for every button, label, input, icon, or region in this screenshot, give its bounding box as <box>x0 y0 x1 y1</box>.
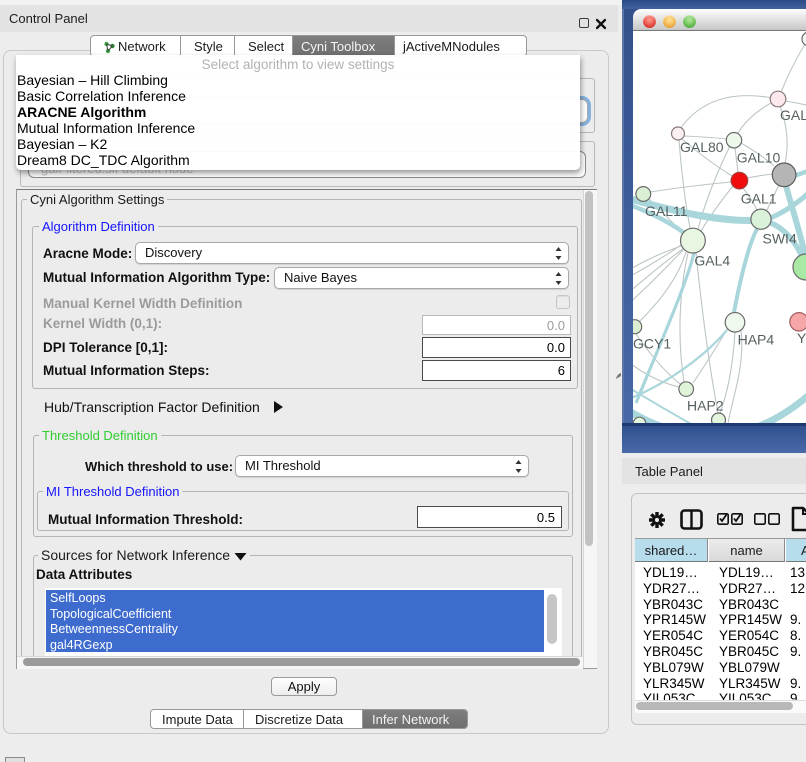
svg-text:GAL1: GAL1 <box>741 191 777 207</box>
svg-text:HAP4: HAP4 <box>738 332 775 348</box>
svg-text:GAL11: GAL11 <box>645 203 688 219</box>
svg-text:GAL4: GAL4 <box>694 253 730 269</box>
svg-text:HAP2: HAP2 <box>687 398 724 414</box>
svg-text:GAL10: GAL10 <box>737 150 781 166</box>
svg-text:GAL7: GAL7 <box>780 107 806 123</box>
svg-text:SWI4: SWI4 <box>763 231 797 247</box>
svg-text:GAL80: GAL80 <box>680 139 724 155</box>
svg-text:GCY1: GCY1 <box>633 336 671 352</box>
svg-text:Y: Y <box>797 330 806 346</box>
